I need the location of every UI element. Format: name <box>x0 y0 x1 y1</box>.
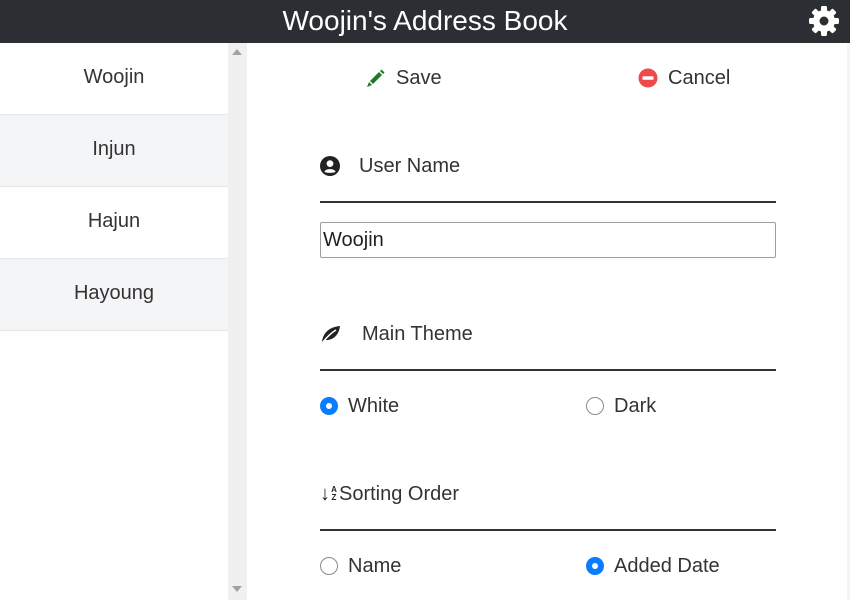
cancel-label: Cancel <box>668 66 731 89</box>
radio-checked-icon[interactable] <box>586 557 604 575</box>
user-name-heading: User Name <box>320 151 776 181</box>
minus-circle-icon <box>638 68 658 88</box>
settings-panel: Save Cancel User Name Main Theme White D… <box>248 43 844 600</box>
radio-unchecked-icon[interactable] <box>586 397 604 415</box>
contact-list: Woojin Injun Hajun Hayoung <box>0 43 228 600</box>
cancel-button[interactable]: Cancel <box>638 65 730 91</box>
app-title: Woojin's Address Book <box>282 5 568 36</box>
sorting-order-label: Sorting Order <box>339 482 460 505</box>
sort-added-date-radio[interactable]: Added Date <box>586 553 720 579</box>
user-name-input[interactable] <box>320 222 776 258</box>
user-name-label: User Name <box>359 154 461 177</box>
radio-unchecked-icon[interactable] <box>320 557 338 575</box>
sorting-order-heading: ↓ A Z Sorting Order <box>320 479 776 509</box>
sidebar-item-woojin[interactable]: Woojin <box>0 43 228 115</box>
main-theme-heading: Main Theme <box>320 319 776 349</box>
app-header: Woojin's Address Book <box>0 0 850 43</box>
theme-white-radio[interactable]: White <box>320 393 399 419</box>
theme-dark-radio[interactable]: Dark <box>586 393 656 419</box>
sorting-order-divider <box>320 529 776 531</box>
save-label: Save <box>396 66 442 89</box>
sidebar-scrollbar[interactable] <box>228 43 247 600</box>
gear-icon[interactable] <box>808 5 840 37</box>
sidebar-item-injun[interactable]: Injun <box>0 115 228 187</box>
main-theme-divider <box>320 369 776 371</box>
user-circle-icon <box>320 156 340 176</box>
save-button[interactable]: Save <box>366 65 442 91</box>
sort-added-date-label: Added Date <box>614 554 720 577</box>
radio-checked-icon[interactable] <box>320 397 338 415</box>
scroll-down-arrow-icon[interactable] <box>232 586 242 592</box>
scroll-up-arrow-icon[interactable] <box>232 49 242 55</box>
user-name-divider <box>320 201 776 203</box>
leaf-icon <box>322 326 340 343</box>
sidebar-item-hayoung[interactable]: Hayoung <box>0 259 228 331</box>
sidebar-item-hajun[interactable]: Hajun <box>0 187 228 259</box>
main-theme-label: Main Theme <box>362 322 473 345</box>
sort-name-radio[interactable]: Name <box>320 553 401 579</box>
theme-white-label: White <box>348 394 400 417</box>
sort-name-label: Name <box>348 554 402 577</box>
pencil-icon <box>367 69 385 87</box>
theme-dark-label: Dark <box>614 394 657 417</box>
sort-alpha-down-icon: ↓ A Z <box>320 482 337 505</box>
